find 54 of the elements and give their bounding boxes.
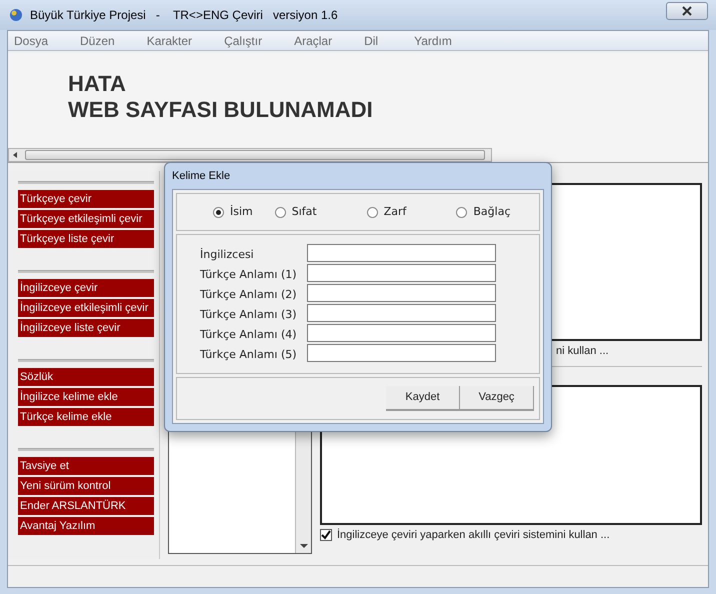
radio-label: Bağlaç [473, 204, 511, 220]
sidebar-link[interactable]: İngilizceye çevir [18, 279, 154, 297]
sidebar-link[interactable]: Türkçeye liste çevir [18, 230, 154, 248]
check-icon [321, 530, 331, 540]
menu-item[interactable]: Araçlar [288, 32, 338, 50]
sidebar-link[interactable]: Tavsiye et [18, 457, 154, 475]
radio-button[interactable] [274, 206, 286, 218]
sidebar-link[interactable]: Yeni sürüm kontrol [18, 477, 154, 495]
input-field[interactable] [307, 324, 496, 342]
field-label: Türkçe Anlamı (4) [199, 328, 298, 342]
input-field[interactable] [307, 264, 496, 282]
input-field[interactable] [307, 344, 496, 362]
radio-button[interactable] [213, 206, 224, 218]
field-label: İngilizcesi [199, 248, 255, 262]
radio-button[interactable] [456, 206, 468, 218]
dialog-button[interactable]: Vazgeç [460, 386, 534, 411]
error-heading: WEB SAYFASI BULUNAMADI [68, 97, 374, 123]
sidebar-link[interactable]: Türkçeye etkileşimli çevir [18, 210, 154, 228]
close-button[interactable] [666, 2, 708, 20]
sidebar-link[interactable]: Sözlük [18, 368, 154, 386]
sidebar-link[interactable]: İngilizceye etkileşimli çevir [18, 299, 154, 317]
menu-item[interactable]: Dil [358, 32, 384, 50]
menu-item[interactable]: Düzen [74, 32, 121, 50]
menu-item[interactable]: Karakter [140, 32, 198, 50]
field-label: Türkçe Anlamı (3) [199, 308, 298, 322]
window-title: Büyük Türkiye Projesi - TR<>ENG Çeviri versiyon 1.6 [30, 7, 338, 24]
sidebar-link[interactable]: Avantaj Yazılım [18, 517, 154, 535]
radio-button[interactable] [366, 206, 378, 218]
input-field[interactable] [307, 244, 496, 262]
dialog-title: Kelime Ekle [172, 169, 232, 184]
field-label: Türkçe Anlamı (5) [199, 348, 298, 362]
input-field[interactable] [307, 304, 496, 322]
scroll-down-icon [300, 544, 308, 549]
field-label: Türkçe Anlamı (1) [199, 268, 298, 282]
sidebar-link[interactable]: Ender ARSLANTÜRK [18, 497, 154, 515]
radio-label: İsim [230, 204, 253, 220]
menu-item[interactable]: Dosya [8, 32, 54, 50]
option-label: İngilizceye çeviri yaparken akıllı çeviri sistemini kullan ... [337, 528, 610, 542]
sidebar-link[interactable]: Türkçe kelime ekle [18, 408, 154, 426]
checkbox[interactable] [320, 528, 332, 541]
menu-item[interactable]: Çalıştır [218, 32, 268, 50]
menu-item[interactable]: Yardım [408, 32, 458, 50]
app-icon [8, 7, 24, 23]
option-label: ni kullan ... [556, 344, 610, 359]
sidebar-link[interactable]: Türkçeye çevir [18, 190, 154, 208]
radio-label: Zarf [384, 204, 406, 220]
close-icon [682, 6, 692, 16]
input-field[interactable] [307, 284, 496, 302]
radio-label: Sıfat [292, 204, 317, 220]
error-heading: HATA [68, 71, 127, 97]
sidebar-link[interactable]: İngilizceye liste çevir [18, 319, 154, 337]
dialog-button[interactable]: Kaydet [386, 386, 460, 411]
sidebar-link[interactable]: İngilizce kelime ekle [18, 388, 154, 406]
field-label: Türkçe Anlamı (2) [199, 288, 298, 302]
